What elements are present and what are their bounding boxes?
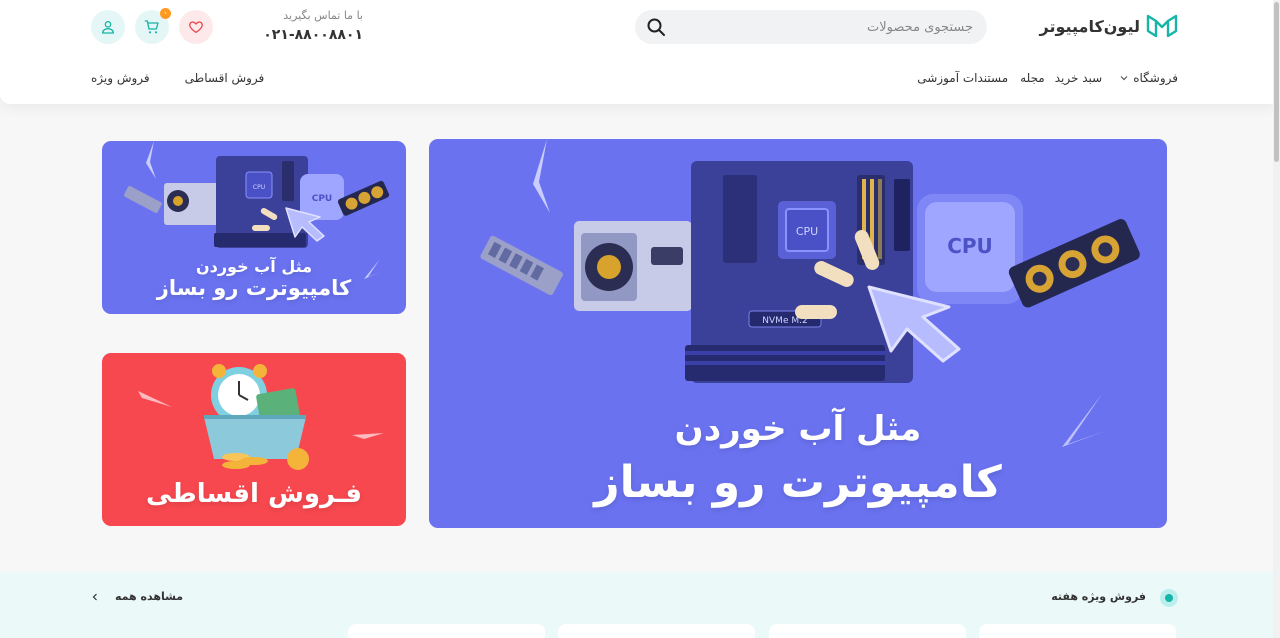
- installment-banner[interactable]: فـروش اقساطی: [102, 353, 406, 526]
- product-card[interactable]: [558, 624, 755, 638]
- weekly-special-section: فروش ویژه هفته مشاهده همه: [0, 572, 1280, 638]
- main-nav: فروشگاه سبد خرید مجله مستندات آموزشی: [917, 71, 1178, 85]
- search-bar: [635, 10, 987, 44]
- view-all-link[interactable]: مشاهده همه: [91, 590, 183, 603]
- site-header: لیون‌کامپیوتر با ما تماس بگیرید ۰۲۱-۸۸۰۰…: [0, 0, 1280, 104]
- search-input[interactable]: [677, 10, 977, 44]
- installment-headline: فـروش اقساطی: [145, 479, 363, 509]
- nav-cart[interactable]: سبد خرید: [1055, 71, 1102, 85]
- nav-tutorials[interactable]: مستندات آموزشی: [917, 71, 1008, 85]
- contact-label: با ما تماس بگیرید: [283, 9, 363, 22]
- product-card[interactable]: [979, 624, 1176, 638]
- search-icon[interactable]: [646, 17, 666, 37]
- contact-phone[interactable]: ۰۲۱-۸۸۰۰۸۸۰۱: [263, 27, 363, 43]
- build-pc-headline: مثل آب خوردن: [195, 257, 313, 276]
- scrollbar-thumb[interactable]: [1274, 2, 1279, 162]
- cart-button[interactable]: ۰: [135, 8, 171, 44]
- heart-icon: [189, 21, 203, 33]
- product-card[interactable]: [769, 624, 966, 638]
- site-logo[interactable]: لیون‌کامپیوتر: [1040, 12, 1179, 40]
- product-card[interactable]: [348, 624, 545, 638]
- cart-count-badge: ۰: [160, 8, 171, 19]
- nav-special-sale[interactable]: فروش ویژه: [91, 71, 150, 85]
- wishlist-button[interactable]: [179, 10, 213, 44]
- build-pc-subheadline: کامپیوترت رو بساز: [156, 276, 352, 300]
- user-icon: [102, 21, 114, 34]
- chevron-down-icon: [1120, 76, 1128, 81]
- svg-text:CPU: CPU: [947, 234, 993, 258]
- logo-mark-icon: [1146, 14, 1178, 38]
- weekly-indicator-icon: [1160, 589, 1178, 607]
- nav-installment[interactable]: فروش اقساطی: [185, 71, 265, 85]
- hero-subheadline: کامپیوترت رو بساز: [594, 457, 1002, 508]
- chevron-left-icon: [92, 593, 97, 600]
- logo-text: لیون‌کامپیوتر: [1039, 16, 1141, 36]
- secondary-nav: فروش ویژه فروش اقساطی: [91, 71, 264, 85]
- nav-shop[interactable]: فروشگاه: [1119, 71, 1178, 85]
- nav-shop-label: فروشگاه: [1133, 71, 1178, 85]
- nav-magazine[interactable]: مجله: [1020, 71, 1045, 85]
- svg-text:CPU: CPU: [796, 225, 818, 238]
- view-all-label: مشاهده همه: [115, 590, 184, 603]
- cart-icon: [144, 20, 159, 34]
- hero-headline: مثل آب خوردن: [674, 409, 922, 449]
- build-pc-banner[interactable]: CPU CPU مثل آب خوردن کامپیوترت رو بساز: [102, 141, 406, 314]
- svg-text:CPU: CPU: [253, 184, 265, 191]
- page-scrollbar[interactable]: [1273, 0, 1280, 638]
- account-button[interactable]: [91, 10, 125, 44]
- hero-banner[interactable]: CPU NVMe M.2 CPU مثل آب خوردن کامپیوترت …: [429, 139, 1167, 528]
- svg-text:CPU: CPU: [312, 194, 333, 204]
- weekly-special-title: فروش ویژه هفته: [1051, 590, 1146, 603]
